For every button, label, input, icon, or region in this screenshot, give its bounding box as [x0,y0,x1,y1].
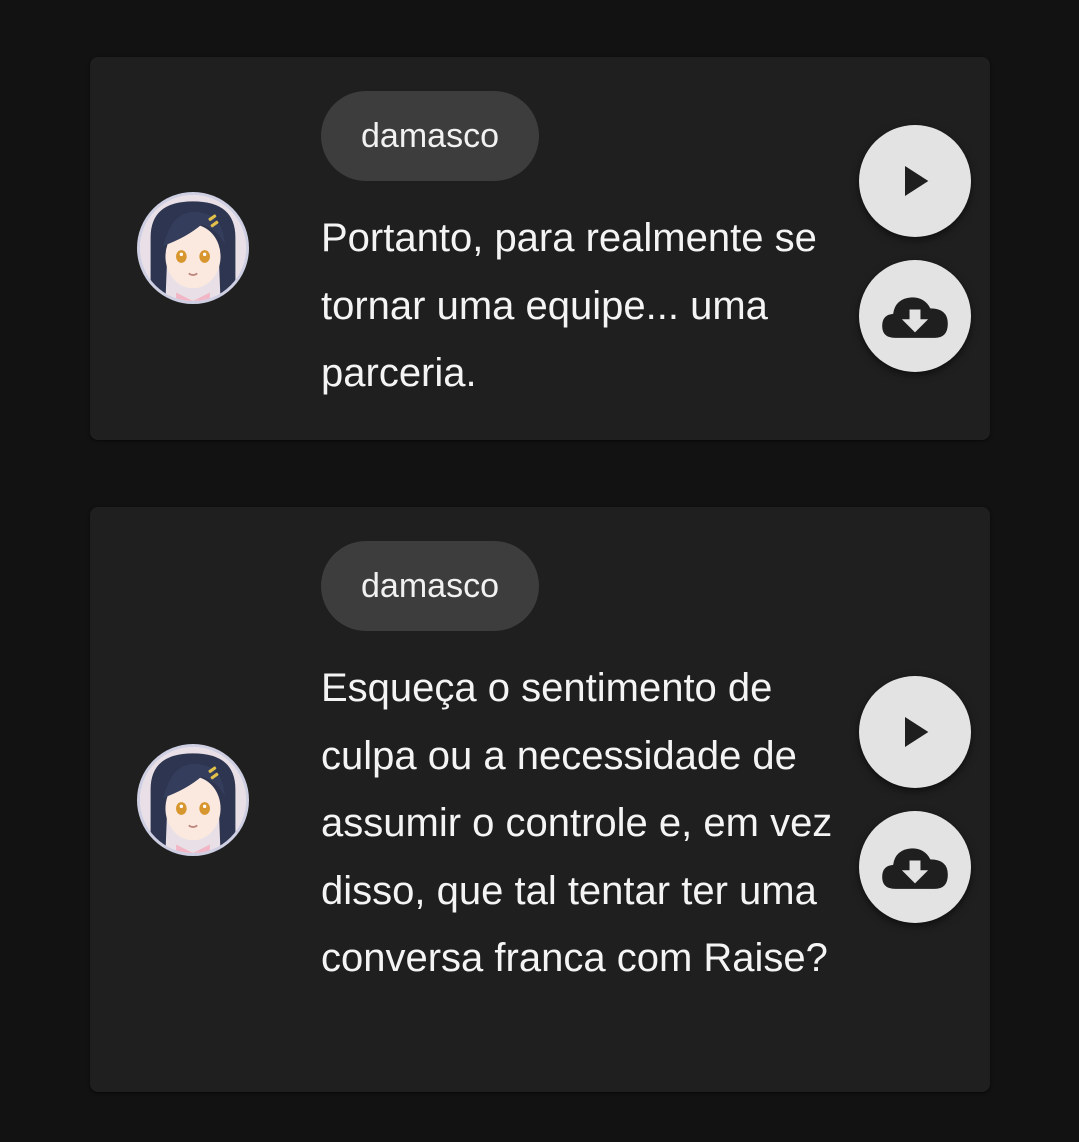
play-button[interactable] [859,676,971,788]
play-button[interactable] [859,125,971,237]
speaker-name-chip: damasco [321,91,539,181]
anime-girl-avatar-icon [140,747,246,853]
message-card: damasco Portanto, para realmente se torn… [90,57,990,440]
play-icon [905,166,929,196]
play-icon [905,717,929,747]
cloud-download-icon [882,297,948,338]
cloud-download-icon [882,848,948,889]
speaker-avatar [137,744,249,856]
dialogue-text: Portanto, para realmente se tornar uma e… [321,216,817,395]
message-card: damasco Esqueça o sentimento de culpa ou… [90,507,990,1092]
speaker-name-chip: damasco [321,541,539,631]
download-button[interactable] [859,811,971,923]
download-button[interactable] [859,260,971,372]
dialogue-text: Esqueça o sentimento de culpa ou a neces… [321,666,833,980]
anime-girl-avatar-icon [140,195,246,301]
speaker-avatar [137,192,249,304]
